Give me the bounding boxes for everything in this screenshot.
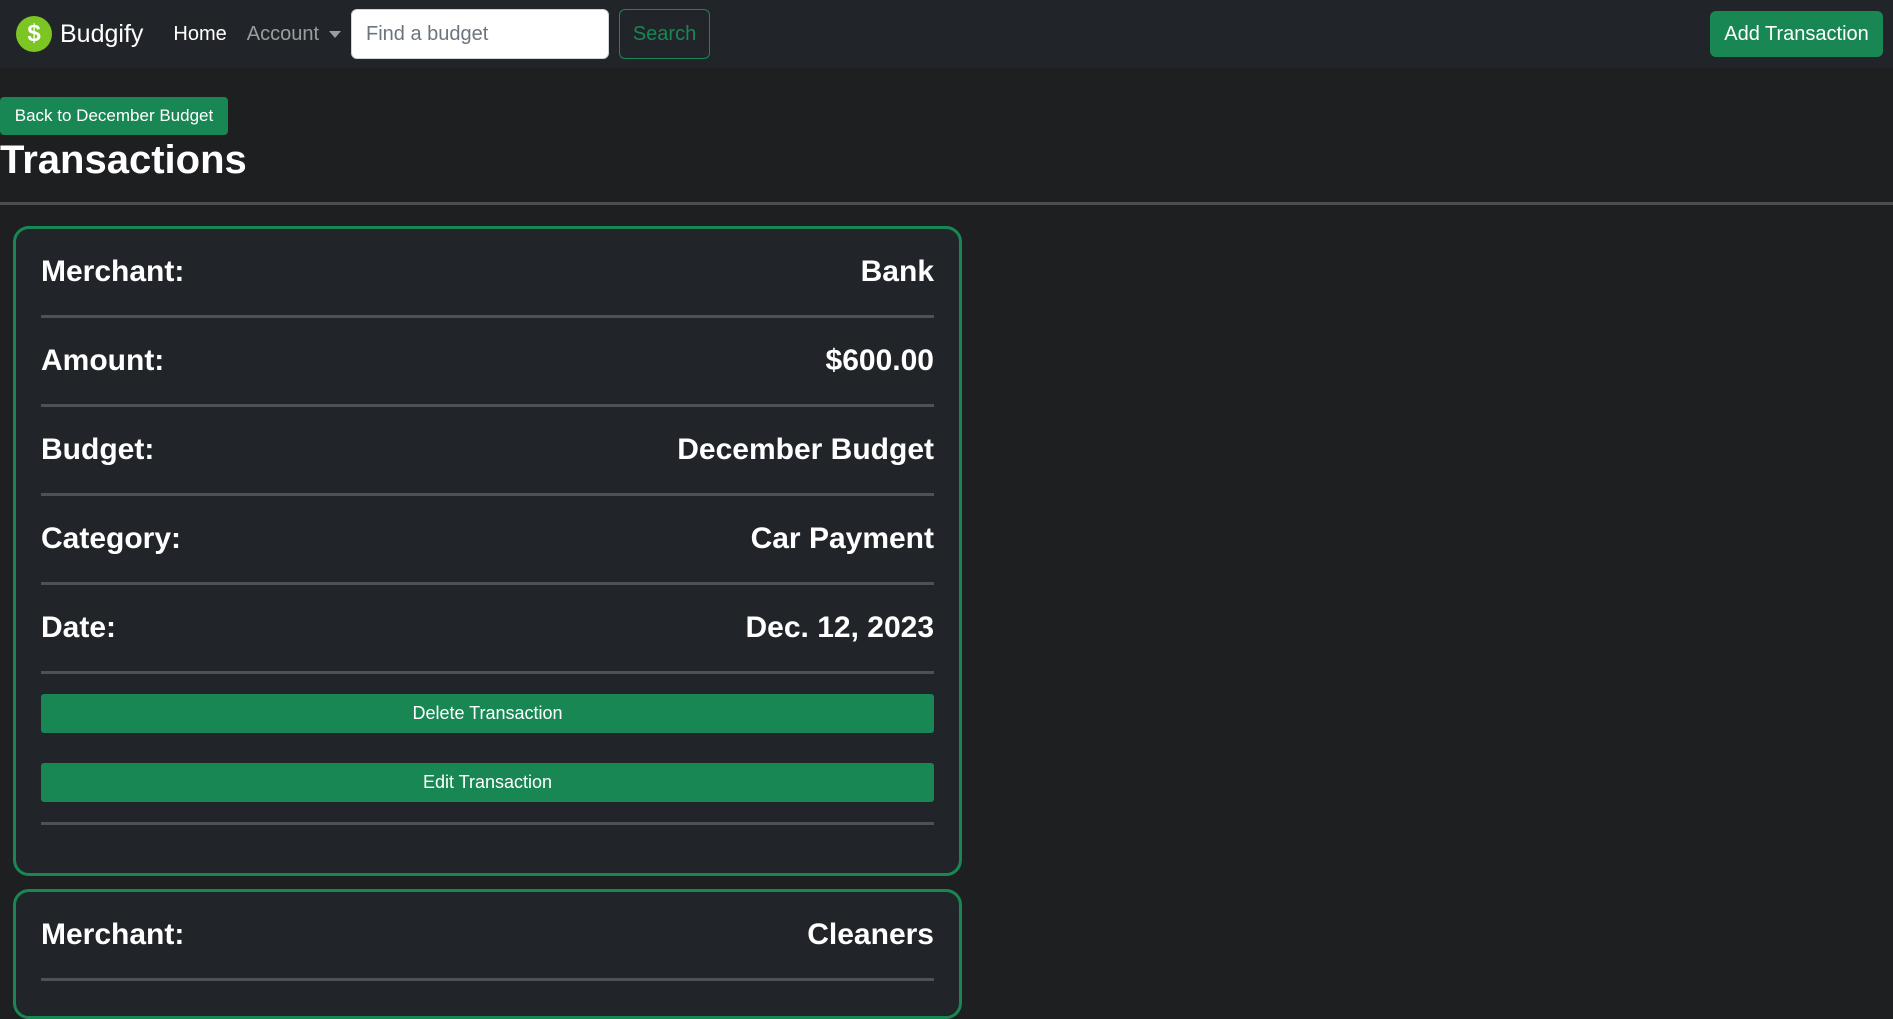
amount-label: Amount: xyxy=(41,344,165,377)
merchant-value: Cleaners xyxy=(807,918,934,951)
delete-transaction-button[interactable]: Delete Transaction xyxy=(41,694,934,733)
transaction-card: Merchant: Bank Amount: $600.00 Budget: D… xyxy=(13,226,962,876)
budget-label: Budget: xyxy=(41,433,155,466)
page-title: Transactions xyxy=(0,138,247,182)
merchant-value: Bank xyxy=(860,255,934,288)
card-divider xyxy=(41,822,934,825)
add-transaction-button[interactable]: Add Transaction xyxy=(1710,11,1883,57)
merchant-row: Merchant: Bank xyxy=(41,229,934,318)
caret-down-icon xyxy=(329,30,342,38)
brand-link[interactable]: $ Budgify xyxy=(16,16,143,52)
dollar-logo-icon: $ xyxy=(16,16,52,52)
back-to-budget-button[interactable]: Back to December Budget xyxy=(0,97,228,135)
edit-transaction-button[interactable]: Edit Transaction xyxy=(41,763,934,802)
account-dropdown-label: Account xyxy=(246,22,320,45)
amount-value: $600.00 xyxy=(825,344,934,377)
budget-value: December Budget xyxy=(677,433,934,466)
amount-row: Amount: $600.00 xyxy=(41,318,934,407)
transaction-card: Merchant: Cleaners xyxy=(13,889,962,1019)
merchant-row: Merchant: Cleaners xyxy=(41,892,934,981)
brand-name: Budgify xyxy=(60,19,144,48)
date-row: Date: Dec. 12, 2023 xyxy=(41,585,934,674)
category-row: Category: Car Payment xyxy=(41,496,934,585)
account-dropdown[interactable]: Account xyxy=(246,22,342,46)
budget-row: Budget: December Budget xyxy=(41,407,934,496)
category-value: Car Payment xyxy=(750,522,934,555)
search-button[interactable]: Search xyxy=(619,9,711,59)
nav-home-link[interactable]: Home xyxy=(173,23,226,46)
title-divider xyxy=(0,202,1893,205)
category-label: Category: xyxy=(41,522,182,555)
merchant-label: Merchant: xyxy=(41,255,185,288)
navbar: $ Budgify Home Account Search Add Transa… xyxy=(0,0,1893,68)
date-value: Dec. 12, 2023 xyxy=(745,611,934,644)
date-label: Date: xyxy=(41,611,117,644)
merchant-label: Merchant: xyxy=(41,918,185,951)
budget-search-input[interactable] xyxy=(351,9,610,59)
